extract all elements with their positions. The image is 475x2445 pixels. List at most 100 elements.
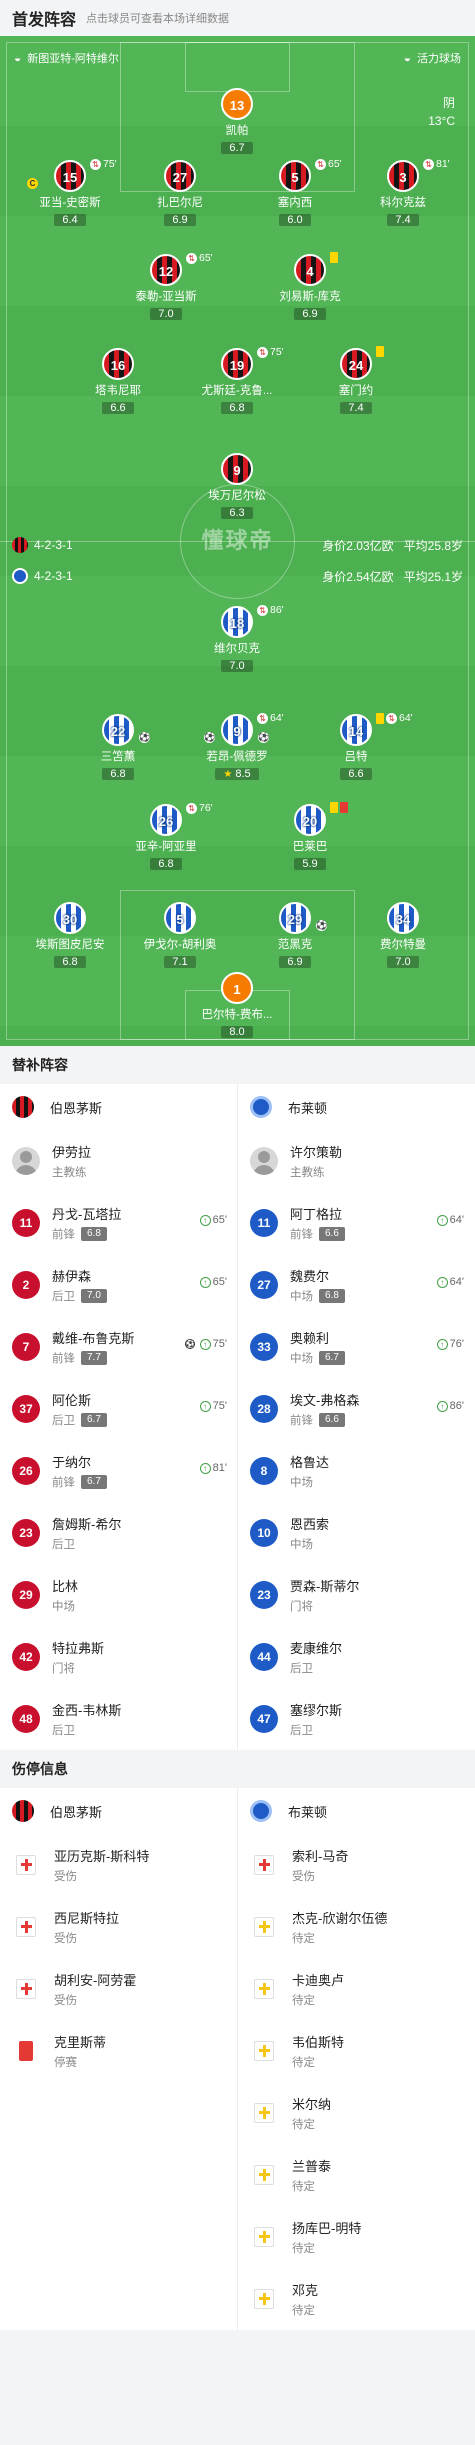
- sub-player-row[interactable]: 26 于纳尔 前锋 6.7 ↑ 81': [0, 1440, 237, 1502]
- home-player[interactable]: 27 扎巴尔尼 6.9: [120, 160, 240, 228]
- home-player[interactable]: 24 塞门约 7.4: [296, 346, 416, 416]
- sub-player-row[interactable]: 48 金西-韦林斯 后卫: [0, 1688, 237, 1750]
- lineup-title: 首发阵容: [12, 12, 77, 29]
- weather: 阴 13°C: [428, 94, 455, 130]
- home-player-keeper[interactable]: 13 凯帕 6.7: [177, 88, 297, 156]
- sub-player-row[interactable]: 2 赫伊森 后卫 7.0 ↑ 65': [0, 1254, 237, 1316]
- injury-row[interactable]: 卡迪奥卢 待定: [238, 1958, 474, 2020]
- sub-out-icon: ⇅: [90, 158, 101, 170]
- injury-row[interactable]: 韦伯斯特 待定: [238, 2020, 474, 2082]
- injury-row[interactable]: 扬库巴-明特 待定: [238, 2206, 474, 2268]
- sub-player-row[interactable]: 44 麦康维尔 后卫: [238, 1626, 474, 1688]
- sub-player-row[interactable]: 28 埃文-弗格森 前锋 6.6 ↑ 86': [238, 1378, 474, 1440]
- player-name: 奥赖利: [290, 1331, 330, 1346]
- player-rating: 6.7: [81, 1413, 107, 1427]
- shirt-number: 10: [250, 1519, 278, 1547]
- home-player[interactable]: 9 埃万尼尔松 6.3: [177, 453, 297, 521]
- coach-avatar-icon: [12, 1147, 40, 1175]
- sub-player-row[interactable]: 10 恩西索 中场: [238, 1502, 474, 1564]
- injury-row[interactable]: 西尼斯特拉 受伤: [0, 1896, 237, 1958]
- doubtful-cross-icon: [254, 1979, 274, 1999]
- injury-row[interactable]: 索利-马奇 受伤: [238, 1834, 474, 1896]
- player-position: 后卫: [52, 1539, 75, 1551]
- sub-player-row[interactable]: 47 塞缪尔斯 后卫: [238, 1688, 474, 1750]
- sub-player-row[interactable]: 7 戴维-布鲁克斯 前锋 7.7 ⚽ ↑ 75': [0, 1316, 237, 1378]
- player-position: 中场 6.7: [290, 1350, 345, 1366]
- home-player[interactable]: 4 刘易斯-库克 6.9: [250, 252, 370, 322]
- player-position: 前锋 7.7: [52, 1350, 134, 1366]
- goal-ball-icon: ⚽: [184, 1339, 195, 1349]
- sub-in-time: ↑ 81': [199, 1462, 227, 1474]
- injury-status: 待定: [292, 2057, 315, 2069]
- player-rating: 6.6: [319, 1227, 345, 1241]
- player-name: 比林: [52, 1579, 79, 1594]
- sub-player-row[interactable]: 29 比林 中场: [0, 1564, 237, 1626]
- home-player[interactable]: 5 ⇅ 65' 塞内西 6.0: [235, 158, 355, 228]
- away-player[interactable]: 29 ⚽ 范黑克 6.9: [235, 902, 355, 970]
- sub-out-icon: ⇅: [186, 252, 197, 264]
- doubtful-cross-icon: [254, 2289, 274, 2309]
- captain-icon: C: [27, 178, 38, 189]
- sub-player-row[interactable]: 11 丹戈-瓦塔拉 前锋 6.8 ↑ 65': [0, 1192, 237, 1254]
- home-team-info: 4-2-3-1 身价2.03亿欧 平均25.8岁: [0, 534, 475, 556]
- away-player[interactable]: 18 ⇅ 86' 维尔贝克 7.0: [177, 604, 297, 674]
- sub-player-row[interactable]: 23 詹姆斯-希尔 后卫: [0, 1502, 237, 1564]
- stadium-icon: ◒: [14, 51, 22, 65]
- player-position: 门将: [52, 1663, 75, 1675]
- away-player[interactable]: 26 ⇅ 76' 亚辛-阿亚里 6.8: [106, 802, 226, 872]
- sub-in-time: ↑ 75': [199, 1400, 227, 1412]
- player-name: 魏费尔: [290, 1269, 330, 1284]
- away-player[interactable]: 5 伊戈尔-胡利奥 7.1: [120, 902, 240, 970]
- away-player[interactable]: 30 埃斯图皮尼安 6.8: [10, 902, 130, 970]
- away-player-keeper[interactable]: 1 巴尔特-费布... 8.0: [177, 972, 297, 1040]
- player-position: 后卫: [52, 1725, 75, 1737]
- player-position: 前锋 6.6: [290, 1226, 345, 1242]
- player-position: 门将: [290, 1601, 313, 1613]
- away-player[interactable]: 20 巴莱巴 5.9: [250, 802, 370, 872]
- player-position: 前锋 6.6: [290, 1412, 359, 1428]
- sub-in-icon: ↑: [436, 1276, 448, 1288]
- sub-player-row[interactable]: 23 贾森-斯蒂尔 门将: [238, 1564, 474, 1626]
- injury-row[interactable]: 米尔纳 待定: [238, 2082, 474, 2144]
- shirt-number: 23: [12, 1519, 40, 1547]
- injury-row[interactable]: 克里斯蒂 停赛: [0, 2020, 237, 2082]
- sub-player-row[interactable]: 42 特拉弗斯 门将: [0, 1626, 237, 1688]
- injury-row[interactable]: 邓克 待定: [238, 2268, 474, 2330]
- home-player[interactable]: 3 ⇅ 81' 科尔克兹 7.4: [343, 158, 463, 228]
- sub-out-icon: ⇅: [257, 604, 268, 616]
- star-icon: ★: [223, 769, 233, 780]
- home-player[interactable]: 16 塔韦尼耶 6.6: [58, 348, 178, 416]
- player-rating: 6.6: [319, 1413, 345, 1427]
- injury-row[interactable]: 亚历克斯-斯科特 受伤: [0, 1834, 237, 1896]
- sub-player-row[interactable]: 33 奥赖利 中场 6.7 ↑ 76': [238, 1316, 474, 1378]
- sub-player-row[interactable]: 37 阿伦斯 后卫 6.7 ↑ 75': [0, 1378, 237, 1440]
- home-coach-row[interactable]: 伊劳拉 主教练: [0, 1130, 237, 1192]
- yellow-card-icon: [330, 802, 338, 813]
- home-injuries-column: 伯恩茅斯 亚历克斯-斯科特 受伤 西尼斯特拉 受伤 胡利安-阿劳霍 受伤 克里斯蒂 停赛: [0, 1788, 237, 2330]
- brighton-badge-icon: [12, 568, 28, 584]
- sub-player-row[interactable]: 8 格鲁达 中场: [238, 1440, 474, 1502]
- player-name: 韦伯斯特: [292, 2035, 345, 2050]
- injury-status: 受伤: [292, 1871, 315, 1883]
- home-player[interactable]: 19 ⇅ 75' 尤斯廷-克鲁... 6.8: [177, 346, 297, 416]
- stadium-icon: ◒: [403, 51, 411, 65]
- injury-status: 待定: [292, 2181, 315, 2193]
- away-squad-value: 身价2.54亿欧: [322, 569, 394, 584]
- away-player[interactable]: 34 费尔特曼 7.0: [343, 902, 463, 970]
- injury-row[interactable]: 胡利安-阿劳霍 受伤: [0, 1958, 237, 2020]
- away-player[interactable]: 9 ⚽ ⚽ ⇅ 64' 若昂-佩德罗 ★ 8.5: [177, 712, 297, 782]
- home-player[interactable]: 15 C ⇅ 75' 亚当-史密斯 6.4: [10, 158, 130, 228]
- home-player[interactable]: 12 ⇅ 65' 泰勒-亚当斯 7.0: [106, 252, 226, 322]
- sub-player-row[interactable]: 27 魏费尔 中场 6.8 ↑ 64': [238, 1254, 474, 1316]
- player-position: 前锋 6.8: [52, 1226, 121, 1242]
- injury-status: 受伤: [54, 1995, 77, 2007]
- injury-row[interactable]: 杰克-欣谢尔伍德 待定: [238, 1896, 474, 1958]
- injuries-list: 伯恩茅斯 亚历克斯-斯科特 受伤 西尼斯特拉 受伤 胡利安-阿劳霍 受伤 克里斯蒂 停赛 布莱…: [0, 1788, 475, 2330]
- away-player[interactable]: 14 ⇅ 64' 吕特 6.6: [296, 712, 416, 782]
- injury-row[interactable]: 兰普泰 待定: [238, 2144, 474, 2206]
- player-rating: 6.7: [81, 1475, 107, 1489]
- shirt-number: 47: [250, 1705, 278, 1733]
- sub-player-row[interactable]: 11 阿丁格拉 前锋 6.6 ↑ 64': [238, 1192, 474, 1254]
- away-coach-row[interactable]: 许尔策勒 主教练: [238, 1130, 474, 1192]
- away-player[interactable]: 22 ⚽ 三笘薫 6.8: [58, 714, 178, 782]
